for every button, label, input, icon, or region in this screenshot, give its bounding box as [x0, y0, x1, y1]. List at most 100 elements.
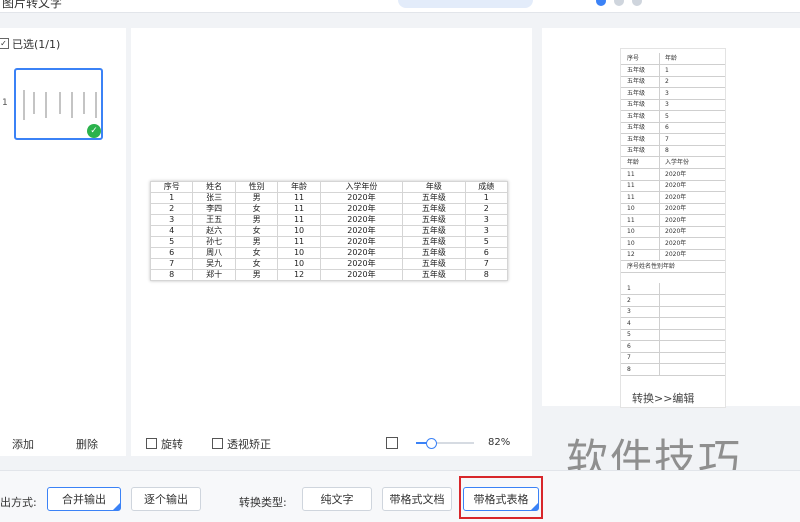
table-row: 8 郑十男 12 2020年 五年级 8 — [149, 269, 509, 281]
top-search-pill[interactable] — [398, 0, 533, 8]
thumbnail-index: 1 — [2, 98, 8, 108]
result-divider — [659, 283, 660, 294]
result-divider — [659, 203, 660, 214]
merge-output-button[interactable]: 合并输出 — [47, 487, 121, 511]
output-mode-label: 出方式: — [0, 496, 37, 509]
table-header: 性别 — [234, 181, 279, 193]
result-divider — [659, 110, 660, 122]
result-row: 4 — [621, 317, 725, 330]
result-row: 五年级 7 — [621, 133, 725, 146]
result-row: 10 2020年 — [621, 237, 725, 250]
table-cell: 2020年 — [319, 214, 404, 226]
result-row: 五年级 3 — [621, 99, 725, 111]
result-cell: 2 — [665, 78, 669, 85]
add-label: 添加 — [12, 438, 34, 451]
result-cell: 2020年 — [665, 216, 687, 224]
result-cell: 序号 — [627, 55, 640, 62]
plain-text-button[interactable]: 纯文字 — [302, 487, 372, 511]
table-cell: 11 — [277, 203, 321, 215]
add-button[interactable]: 添加 — [12, 436, 34, 452]
result-cell: 2020年 — [665, 182, 687, 189]
result-divider — [659, 180, 660, 191]
table-cell: 11 — [277, 192, 321, 204]
table-cell: 10 — [277, 247, 321, 259]
table-cell: 11 — [277, 236, 321, 248]
formatted-doc-button[interactable]: 带格式文档 — [382, 487, 452, 511]
perspective-button[interactable]: 透视矫正 — [212, 436, 271, 452]
table-cell: 2020年 — [319, 203, 404, 215]
table-cell: 12 — [277, 269, 321, 281]
table-row: 6 周八女 10 2020年 五年级 6 — [149, 247, 509, 259]
result-row: 11 2020年 — [621, 191, 725, 204]
result-row: 3 — [621, 306, 725, 318]
highlight-box — [459, 476, 543, 519]
table-cell: 孙七 — [192, 236, 236, 248]
result-cell: 2020年 — [665, 205, 687, 212]
result-divider — [659, 294, 660, 306]
result-divider — [659, 214, 660, 226]
table-cell: 2020年 — [319, 225, 404, 237]
table-cell: 五年级 — [402, 225, 466, 237]
result-divider — [659, 249, 660, 260]
table-header: 序号 — [149, 181, 194, 193]
table-cell: 周八 — [192, 247, 236, 259]
zoom-slider-handle[interactable] — [426, 438, 437, 449]
formatted-doc-label: 带格式文档 — [389, 493, 445, 506]
result-cell: 3 — [627, 308, 631, 315]
result-row: 序号 年龄 — [621, 53, 725, 65]
rotate-button[interactable]: 旋转 — [146, 436, 183, 452]
table-cell: 王五 — [192, 214, 236, 226]
table-cell: 五年级 — [402, 258, 466, 270]
table-cell: 2020年 — [319, 236, 404, 248]
result-divider — [659, 317, 660, 329]
result-row: 7 — [621, 352, 725, 364]
table-header: 年级 — [402, 181, 466, 193]
result-divider — [659, 352, 660, 363]
table-cell: 8 — [464, 269, 509, 281]
merge-output-label: 合并输出 — [62, 493, 106, 506]
result-cell: 年龄 — [627, 159, 640, 166]
table-cell: 7 — [149, 258, 194, 270]
result-cell: 2020年 — [665, 239, 687, 247]
result-cell: 五年级 — [627, 112, 646, 120]
table-cell: 赵六 — [192, 225, 236, 237]
table-header: 姓名 — [192, 181, 236, 193]
result-row: 11 2020年 — [621, 180, 725, 192]
result-row: 五年级 8 — [621, 145, 725, 157]
table-cell: 10 — [277, 225, 321, 237]
convert-edit-link[interactable]: 转换>>编辑 — [632, 390, 694, 406]
result-cell: 2020年 — [665, 170, 687, 178]
result-divider — [659, 64, 660, 76]
result-cell: 11 — [627, 216, 635, 224]
result-cell: 11 — [627, 170, 635, 178]
table-cell: 五年级 — [402, 269, 466, 281]
result-divider — [659, 99, 660, 110]
table-cell: 5 — [149, 236, 194, 248]
table-cell: 2020年 — [319, 269, 404, 281]
result-divider — [659, 157, 660, 168]
result-row: 五年级 3 — [621, 87, 725, 100]
result-divider — [659, 329, 660, 340]
table-cell: 1 — [464, 192, 509, 204]
result-divider — [659, 87, 660, 99]
result-divider — [659, 76, 660, 87]
result-section-label: 序号姓名性别年龄 — [621, 261, 725, 273]
result-cell: 五年级 — [627, 124, 646, 131]
fit-page-icon[interactable] — [386, 437, 398, 449]
result-cell: 2020年 — [665, 228, 687, 235]
result-row: 11 2020年 — [621, 214, 725, 227]
table-cell: 男 — [234, 192, 279, 204]
table-cell: 张三 — [192, 192, 236, 204]
perspective-label: 透视矫正 — [227, 438, 271, 451]
result-divider — [659, 237, 660, 249]
result-divider — [659, 53, 660, 64]
result-row: 年龄 入学年份 — [621, 157, 725, 169]
select-all-checkbox[interactable]: ✓ — [0, 38, 9, 49]
table-cell: 吴九 — [192, 258, 236, 270]
table-cell: 7 — [464, 258, 509, 270]
delete-button[interactable]: 删除 — [76, 436, 98, 452]
table-cell: 2020年 — [319, 258, 404, 270]
result-row: 1 — [621, 283, 725, 295]
each-output-button[interactable]: 逐个输出 — [131, 487, 201, 511]
table-row: 2 李四女 11 2020年 五年级 2 — [149, 203, 509, 215]
